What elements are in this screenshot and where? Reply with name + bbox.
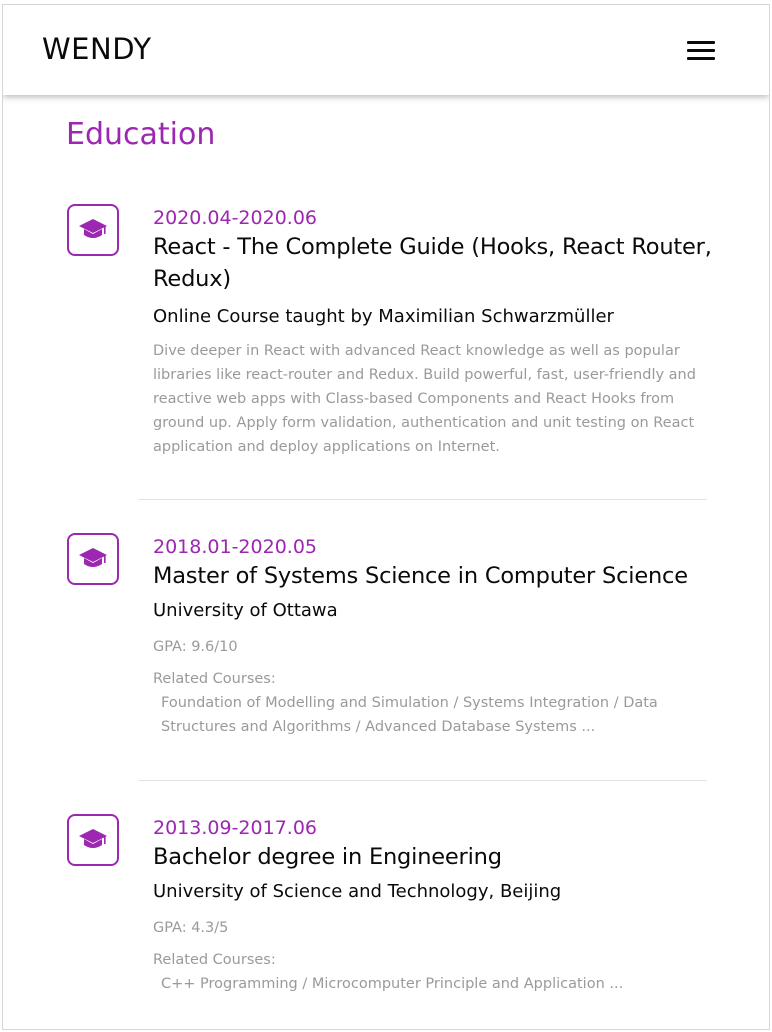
entry-divider: [138, 499, 707, 500]
hamburger-menu-icon[interactable]: [687, 41, 715, 61]
site-logo[interactable]: WENDY: [42, 31, 152, 67]
entry-date: 2013.09-2017.06: [153, 817, 317, 839]
related-courses-label: Related Courses:: [153, 671, 276, 687]
page-frame: WENDY Education 2020.04-2020.06 React - …: [2, 4, 770, 1030]
related-courses-list: C++ Programming / Microcomputer Principl…: [161, 976, 624, 992]
entry-description: Dive deeper in React with advanced React…: [153, 343, 696, 455]
entry-date: 2018.01-2020.05: [153, 536, 317, 558]
related-courses-label: Related Courses:: [153, 952, 276, 968]
entry-divider: [138, 780, 707, 781]
graduation-cap-icon: [67, 814, 119, 866]
entry-organization: University of Ottawa: [153, 600, 338, 621]
section-title: Education: [66, 117, 216, 152]
entry-gpa: GPA: 9.6/10: [153, 639, 238, 655]
menu-bar-line: [687, 49, 715, 52]
entry-date: 2020.04-2020.06: [153, 207, 317, 229]
entry-organization: Online Course taught by Maximilian Schwa…: [153, 306, 614, 327]
top-navbar: WENDY: [3, 5, 769, 95]
entry-gpa: GPA: 4.3/5: [153, 920, 229, 936]
menu-bar-line: [687, 41, 715, 44]
menu-bar-line: [687, 57, 715, 60]
entry-title: Bachelor degree in Engineering: [153, 844, 502, 870]
graduation-cap-icon: [67, 533, 119, 585]
entry-title: React - The Complete Guide (Hooks, React…: [153, 234, 712, 292]
related-courses-list: Foundation of Modelling and Simulation /…: [161, 695, 658, 735]
entry-title: Master of Systems Science in Computer Sc…: [153, 563, 688, 589]
entry-organization: University of Science and Technology, Be…: [153, 881, 562, 902]
graduation-cap-icon: [67, 204, 119, 256]
